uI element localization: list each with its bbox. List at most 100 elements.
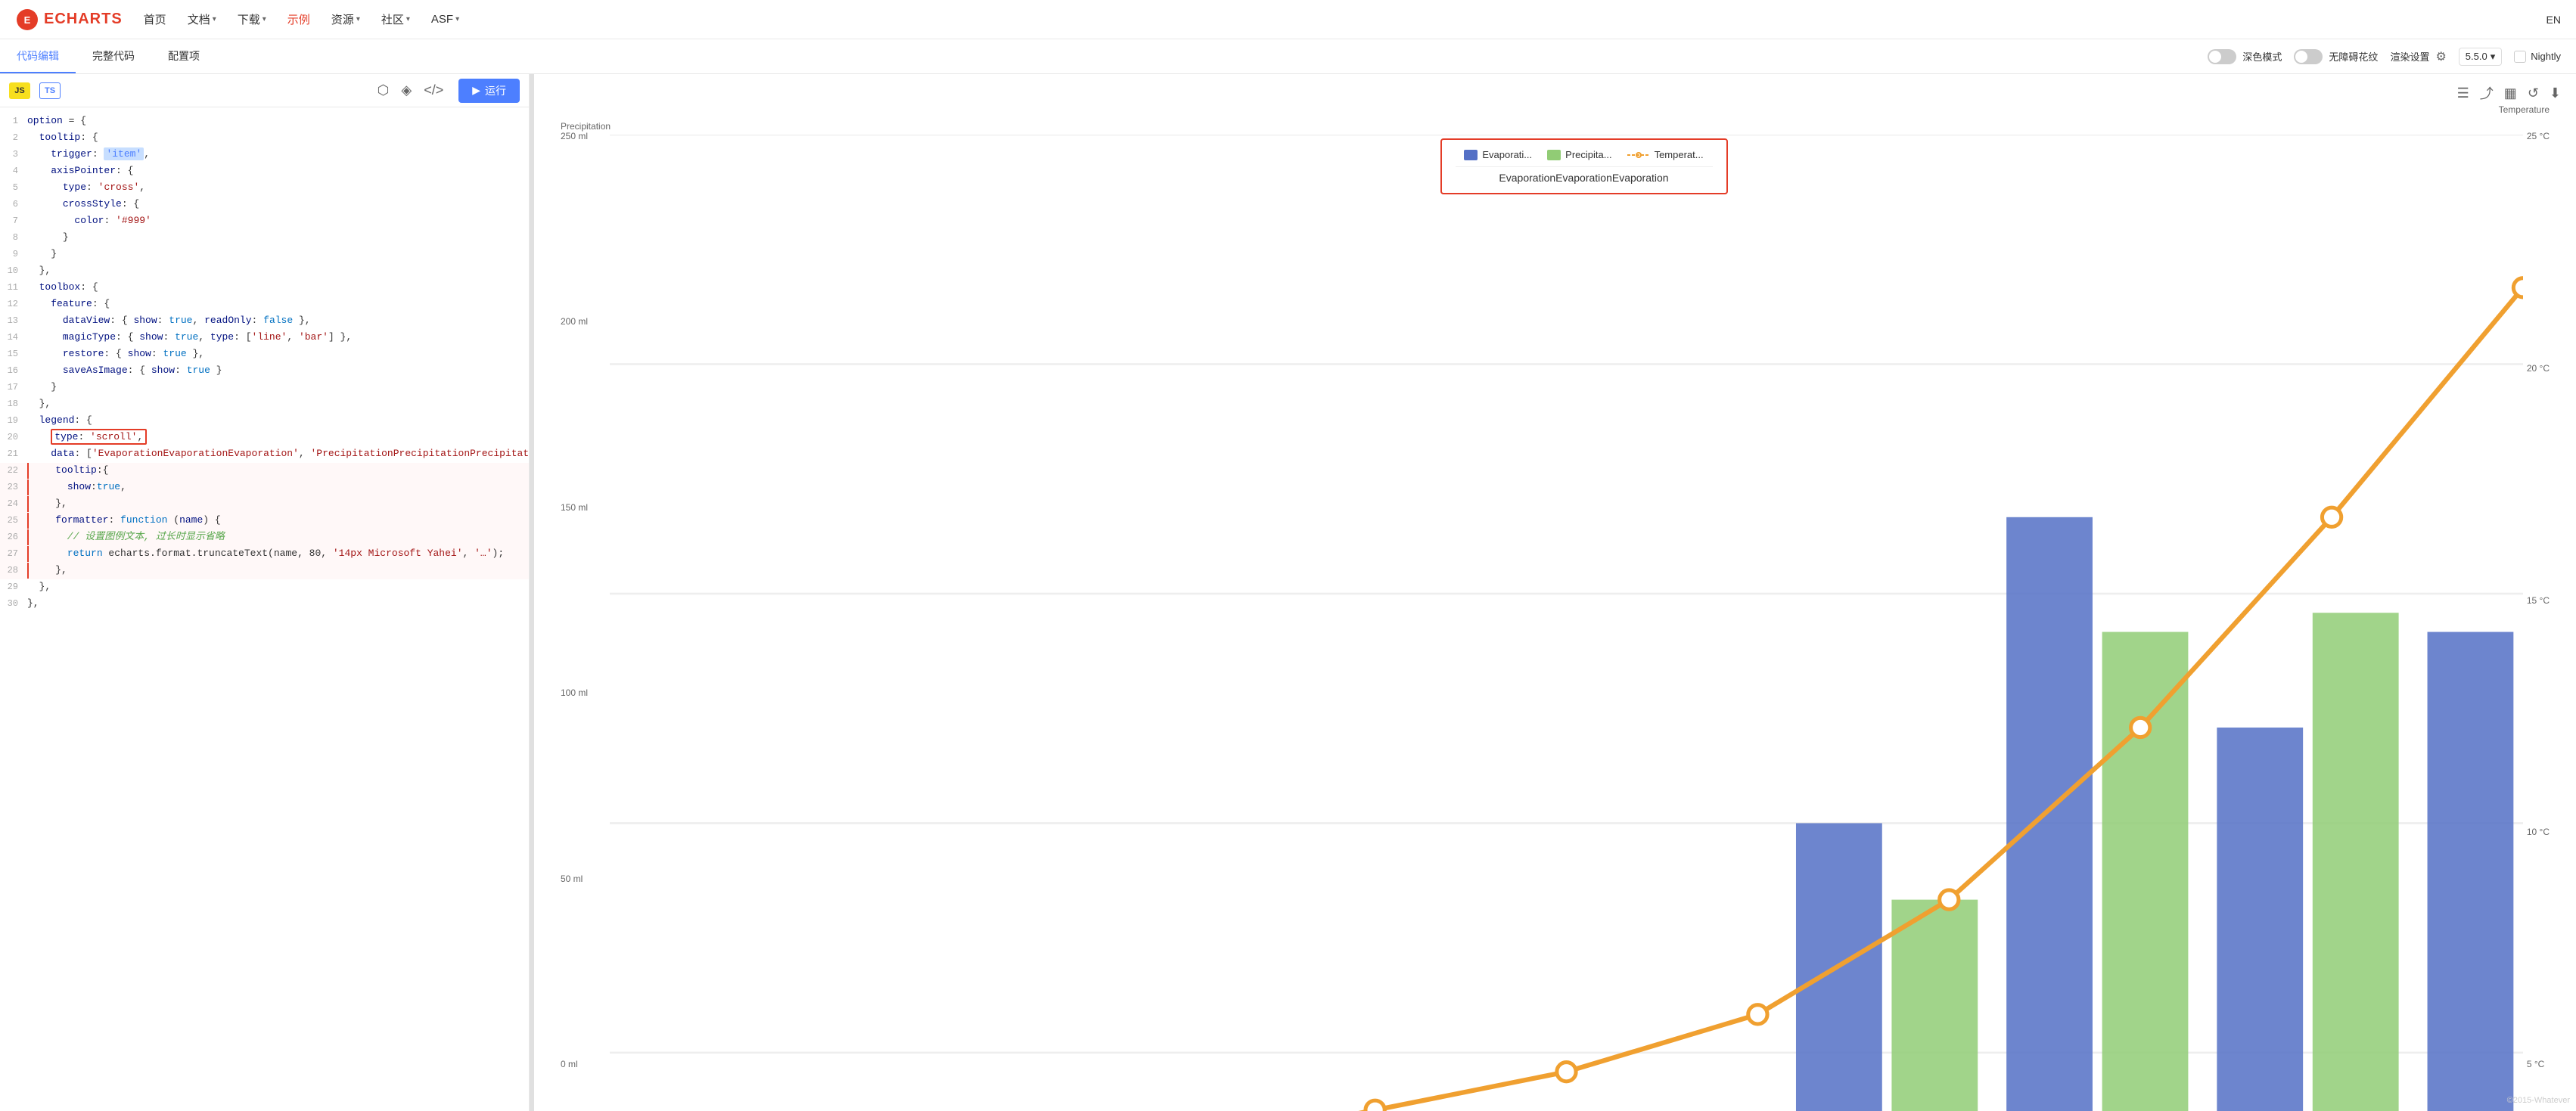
lang-switch[interactable]: EN bbox=[2546, 14, 2561, 26]
render-label: 渲染设置 bbox=[2390, 49, 2429, 64]
code-line-9: 9 } bbox=[0, 247, 529, 263]
version-value: 5.5.0 bbox=[2466, 51, 2487, 62]
chart-bar-icon[interactable]: ▦ bbox=[2504, 85, 2517, 101]
nightly-label: Nightly bbox=[2531, 51, 2561, 62]
dark-mode-toggle-group: 深色模式 bbox=[2208, 49, 2282, 64]
second-bar: 代码编辑 完整代码 配置项 深色模式 无障碍花纹 渲染设置 ⚙ 5.5.0 ▾ … bbox=[0, 39, 2576, 74]
chart-toolbar: ☰ ⤴ ▦ ↺ ⬇ bbox=[2457, 83, 2561, 103]
y-axis-right: 25 °C 20 °C 15 °C 10 °C 5 °C bbox=[2527, 131, 2550, 1069]
toggle-knob bbox=[2209, 51, 2221, 63]
accessible-knob bbox=[2295, 51, 2307, 63]
chart-save-icon[interactable]: ⬇ bbox=[2550, 85, 2561, 101]
code-line-17: 17 } bbox=[0, 380, 529, 396]
docs-arrow-icon: ▾ bbox=[213, 15, 216, 23]
logo-icon: E bbox=[15, 8, 39, 32]
code-line-13: 13 dataView: { show: true, readOnly: fal… bbox=[0, 313, 529, 330]
settings-icon[interactable]: ⚙ bbox=[2435, 49, 2446, 64]
y-left-100: 100 ml bbox=[561, 687, 588, 698]
dark-mode-toggle[interactable] bbox=[2208, 49, 2236, 64]
download-arrow-icon: ▾ bbox=[263, 15, 266, 23]
run-button[interactable]: ▶ 运行 bbox=[458, 79, 520, 103]
code-line-11: 11 toolbox: { bbox=[0, 280, 529, 296]
legend-item-temperature[interactable]: Temperat... bbox=[1627, 149, 1704, 160]
nav-examples[interactable]: 示例 bbox=[287, 8, 310, 30]
chart-data-view-icon[interactable]: ☰ bbox=[2457, 85, 2469, 101]
legend-item-precipitation[interactable]: Precipita... bbox=[1547, 149, 1611, 160]
tab-full-code[interactable]: 完整代码 bbox=[76, 39, 151, 73]
code-panel: JS TS ⬡ ◈ </> ▶ 运行 1 option = { 2 toolti… bbox=[0, 74, 530, 1111]
nav-resources[interactable]: 资源 ▾ bbox=[331, 8, 360, 30]
accessible-label: 无障碍花纹 bbox=[2329, 49, 2378, 64]
code-line-1: 1 option = { bbox=[0, 113, 529, 130]
box-icon[interactable]: ◈ bbox=[401, 82, 412, 98]
tab-code-edit[interactable]: 代码编辑 bbox=[0, 39, 76, 73]
chart-line-icon[interactable]: ⤴ bbox=[2480, 83, 2494, 103]
y-right-5: 5 °C bbox=[2527, 1059, 2550, 1069]
legend-line-temperature bbox=[1627, 150, 1650, 160]
nav-community[interactable]: 社区 ▾ bbox=[381, 8, 410, 30]
dark-mode-label: 深色模式 bbox=[2242, 49, 2282, 64]
code-line-14: 14 magicType: { show: true, type: ['line… bbox=[0, 330, 529, 346]
code-line-27: 27 return echarts.format.truncateText(na… bbox=[0, 546, 529, 563]
code-line-4: 4 axisPointer: { bbox=[0, 163, 529, 180]
version-arrow-icon: ▾ bbox=[2491, 51, 2496, 63]
main-area: JS TS ⬡ ◈ </> ▶ 运行 1 option = { 2 toolti… bbox=[0, 74, 2576, 1111]
nav-docs[interactable]: 文档 ▾ bbox=[188, 8, 216, 30]
asf-arrow-icon: ▾ bbox=[455, 15, 459, 23]
y-right-20: 20 °C bbox=[2527, 363, 2550, 374]
y-right-15: 15 °C bbox=[2527, 595, 2550, 606]
chart-watermark: ©2015-Whatever bbox=[2507, 1096, 2570, 1105]
code-line-30: 30 }, bbox=[0, 596, 529, 613]
code-editor[interactable]: 1 option = { 2 tooltip: { 3 trigger: 'it… bbox=[0, 107, 529, 1111]
code-line-15: 15 restore: { show: true }, bbox=[0, 346, 529, 363]
left-axis-title: Precipitation bbox=[561, 121, 611, 132]
chart-panel: ☰ ⤴ ▦ ↺ ⬇ Evaporati... Precipita... bbox=[534, 74, 2576, 1111]
right-axis-title: Temperature bbox=[2499, 104, 2550, 115]
y-left-200: 200 ml bbox=[561, 316, 588, 327]
y-left-50: 50 ml bbox=[561, 874, 588, 884]
y-right-25: 25 °C bbox=[2527, 131, 2550, 141]
chart-svg bbox=[610, 135, 2523, 1111]
ts-lang-tag[interactable]: TS bbox=[39, 82, 61, 99]
y-axis-left: 250 ml 200 ml 150 ml 100 ml 50 ml 0 ml bbox=[561, 131, 588, 1069]
code-line-28: 28 }, bbox=[0, 563, 529, 579]
legend-label-precipitation: Precipita... bbox=[1565, 149, 1611, 160]
tab-group: 代码编辑 完整代码 配置项 bbox=[0, 39, 216, 73]
code-icon[interactable]: </> bbox=[424, 82, 443, 98]
y-left-0: 0 ml bbox=[561, 1059, 588, 1069]
legend-dot-precipitation bbox=[1547, 150, 1561, 160]
code-line-29: 29 }, bbox=[0, 579, 529, 596]
right-controls: 深色模式 无障碍花纹 渲染设置 ⚙ 5.5.0 ▾ Nightly bbox=[2208, 48, 2576, 66]
code-line-3: 3 trigger: 'item', bbox=[0, 147, 529, 163]
nightly-checkbox-group: Nightly bbox=[2514, 51, 2561, 63]
cube-icon[interactable]: ⬡ bbox=[378, 82, 390, 98]
nightly-checkbox[interactable] bbox=[2514, 51, 2526, 63]
top-nav: E ECHARTS 首页 文档 ▾ 下载 ▾ 示例 资源 ▾ 社区 ▾ ASF … bbox=[0, 0, 2576, 39]
code-line-2: 2 tooltip: { bbox=[0, 130, 529, 147]
code-line-18: 18 }, bbox=[0, 396, 529, 413]
logo[interactable]: E ECHARTS bbox=[15, 8, 123, 32]
legend-item-evaporation[interactable]: Evaporati... bbox=[1464, 149, 1532, 160]
legend-label-temperature: Temperat... bbox=[1655, 149, 1704, 160]
accessible-toggle[interactable] bbox=[2294, 49, 2323, 64]
js-lang-tag[interactable]: JS bbox=[9, 82, 30, 99]
code-line-10: 10 }, bbox=[0, 263, 529, 280]
accessible-toggle-group: 无障碍花纹 bbox=[2294, 49, 2378, 64]
legend-items: Evaporati... Precipita... Temperat... bbox=[1464, 149, 1703, 160]
community-arrow-icon: ▾ bbox=[406, 15, 410, 23]
chart-restore-icon[interactable]: ↺ bbox=[2528, 85, 2539, 101]
chart-legend: Evaporati... Precipita... Temperat... bbox=[1440, 138, 1728, 194]
legend-label-evaporation: Evaporati... bbox=[1482, 149, 1532, 160]
code-line-24: 24 }, bbox=[0, 496, 529, 513]
code-line-23: 23 show:true, bbox=[0, 479, 529, 496]
code-line-8: 8 } bbox=[0, 230, 529, 247]
y-right-10: 10 °C bbox=[2527, 827, 2550, 837]
tab-config[interactable]: 配置项 bbox=[151, 39, 216, 73]
code-line-20: 20 type: 'scroll', bbox=[0, 430, 529, 446]
nav-home[interactable]: 首页 bbox=[144, 8, 166, 30]
logo-text: ECHARTS bbox=[44, 11, 123, 28]
nav-download[interactable]: 下载 ▾ bbox=[238, 8, 266, 30]
nav-asf[interactable]: ASF ▾ bbox=[431, 10, 459, 29]
y-left-150: 150 ml bbox=[561, 502, 588, 513]
version-selector[interactable]: 5.5.0 ▾ bbox=[2459, 48, 2502, 66]
